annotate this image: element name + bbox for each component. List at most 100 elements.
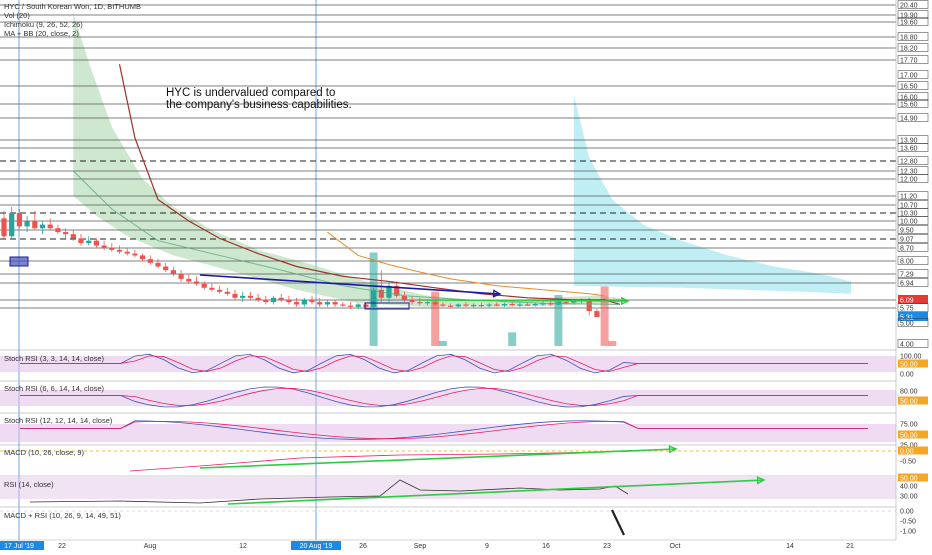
price-axis-tick-label: 5.75: [900, 306, 914, 313]
candle-body: [448, 305, 454, 307]
volume-bar: [508, 332, 517, 346]
candle-body: [109, 248, 115, 250]
candle-body: [355, 304, 361, 307]
time-axis-tick-label: 17 Jul '19: [4, 543, 34, 550]
chart-canvas[interactable]: 20.40 19.9019.60 18.80 18.20 17.70 17.00 16.50…: [0, 0, 932, 550]
candle-body: [247, 295, 253, 298]
candle-body: [1, 218, 7, 237]
candle-body: [455, 304, 461, 307]
candle-body: [78, 238, 84, 244]
pane-title-macd[interactable]: MACD (10, 26, close, 9): [4, 448, 84, 457]
candle-body: [371, 289, 377, 307]
candle-body: [340, 304, 346, 306]
candle-body: [24, 221, 30, 227]
candle-body: [509, 304, 515, 306]
price-axis-tick-label: 6.94: [900, 281, 914, 288]
candle-body: [232, 293, 238, 298]
price-axis-tick-label: 17.00: [900, 73, 918, 80]
price-marker-box: [9, 256, 29, 267]
chart-root: 20.40 19.90 19.60 18.80 18.20 17.70 17.00 16.50…: [0, 0, 932, 550]
time-axis-tick-label: 26: [359, 543, 367, 550]
candle-body: [240, 295, 246, 298]
study-ma-bb[interactable]: MA + BB (20, close, 2): [4, 29, 141, 38]
candle-body: [178, 273, 184, 279]
candle-body: [347, 305, 354, 307]
chart-title[interactable]: HYC / South Korean Won, 1D, BITHUMB: [4, 2, 141, 11]
candle-body: [116, 249, 123, 252]
candle-body: [32, 221, 38, 229]
candle-body: [532, 304, 538, 306]
candle-body: [140, 255, 146, 260]
pane-axis-tick-label: 30.00: [900, 494, 918, 501]
candle-body: [478, 304, 484, 307]
trend-arrow-price-green: [419, 299, 629, 302]
pane-axis-tick-label: 0.00: [900, 372, 914, 379]
time-axis-tick-label: 16: [542, 543, 550, 550]
candle-body: [170, 270, 176, 274]
price-axis-tick-label: 18.80: [900, 35, 918, 42]
price-axis-tick-label: 20.40: [900, 3, 918, 10]
price-axis-tick-label: 10.00: [900, 219, 918, 226]
annotation-line-2: the company's business capabilities.: [166, 99, 352, 111]
pane-axis-tick-label: -0.50: [900, 519, 916, 526]
price-axis-tick-label: 7.29: [900, 272, 914, 279]
candle-body: [517, 304, 523, 306]
price-axis-tick-label: 18.20: [900, 46, 918, 53]
pane-title-macd-rsi[interactable]: MACD + RSI (10, 26, 9, 14, 49, 51): [4, 511, 121, 520]
chart-legend: HYC / South Korean Won, 1D, BITHUMB Vol …: [4, 2, 141, 38]
pane-axis-tick-label: 50.00: [900, 399, 918, 406]
pane-axis-tick-label: 0.00: [900, 449, 914, 456]
candle-body: [132, 253, 138, 256]
price-axis-tick-label: 9.07: [900, 237, 914, 244]
price-axis-tick-label: 13.60: [900, 146, 918, 153]
pane-axis-tick-label: 50.00: [900, 362, 918, 369]
price-axis-tick-label: 16.00: [900, 95, 918, 102]
candle-body: [525, 304, 531, 306]
time-axis-tick-label: 12: [239, 543, 247, 550]
time-axis-tick-label: 14: [786, 543, 794, 550]
pane-axis-tick-label: -1.00: [900, 529, 916, 536]
price-axis-tick-label: 19.60: [900, 20, 918, 27]
candle-body: [155, 262, 161, 267]
candle-body: [409, 299, 415, 303]
price-axis-tick-label: 19.90: [900, 13, 918, 20]
study-ichimoku[interactable]: Ichimoku (9, 26, 52, 26): [4, 20, 141, 29]
candle-body: [263, 299, 269, 303]
pane-axis-tick-label: 0.00: [900, 509, 914, 516]
study-vol[interactable]: Vol (20): [4, 11, 141, 20]
candle-body: [463, 304, 469, 306]
candle-body: [440, 304, 446, 306]
price-axis-tick-label: 12.00: [900, 177, 918, 184]
candle-body: [39, 224, 46, 229]
time-axis-tick-label: Oct: [670, 543, 681, 550]
pane-axis-tick-label: 50.00: [900, 433, 918, 440]
candle-body: [317, 302, 323, 305]
time-axis-tick-label: 23: [603, 543, 611, 550]
price-axis-tick-label: 8.00: [900, 259, 914, 266]
price-axis-tick-label: 11.20: [900, 194, 917, 201]
pane-title-stoch-rsi-3[interactable]: Stoch RSI (3, 3, 14, 14, close): [4, 354, 104, 363]
annotation-line-1: HYC is undervalued compared to: [166, 87, 335, 99]
time-axis-tick-label: Sep: [414, 543, 427, 550]
price-axis-tick-label: 8.70: [900, 246, 914, 253]
candle-body: [363, 304, 369, 307]
pane-title-stoch-rsi-6[interactable]: Stoch RSI (6, 6, 14, 14, close): [4, 384, 104, 393]
pane-title-stoch-rsi-12[interactable]: Stoch RSI (12, 12, 14, 14, close): [4, 416, 112, 425]
candle-body: [309, 299, 315, 303]
candle-body: [193, 281, 200, 284]
candle-body: [224, 291, 230, 294]
price-axis-tick-label: 9.50: [900, 228, 914, 235]
candle-body: [324, 302, 330, 305]
time-axis-tick-label: 9: [485, 543, 489, 550]
pane-stoch-rsi-6-band: [0, 390, 896, 406]
candle-body: [217, 289, 223, 292]
pane-axis-tick-label: 50.00: [900, 476, 918, 483]
candle-body: [55, 228, 61, 233]
candle-body: [301, 299, 307, 305]
candle-body: [16, 213, 22, 227]
candle-body: [47, 224, 53, 229]
volume-bar: [438, 340, 447, 346]
candle-body: [286, 299, 292, 303]
pane-title-rsi[interactable]: RSI (14, close): [4, 480, 54, 489]
candle-body: [163, 266, 169, 271]
